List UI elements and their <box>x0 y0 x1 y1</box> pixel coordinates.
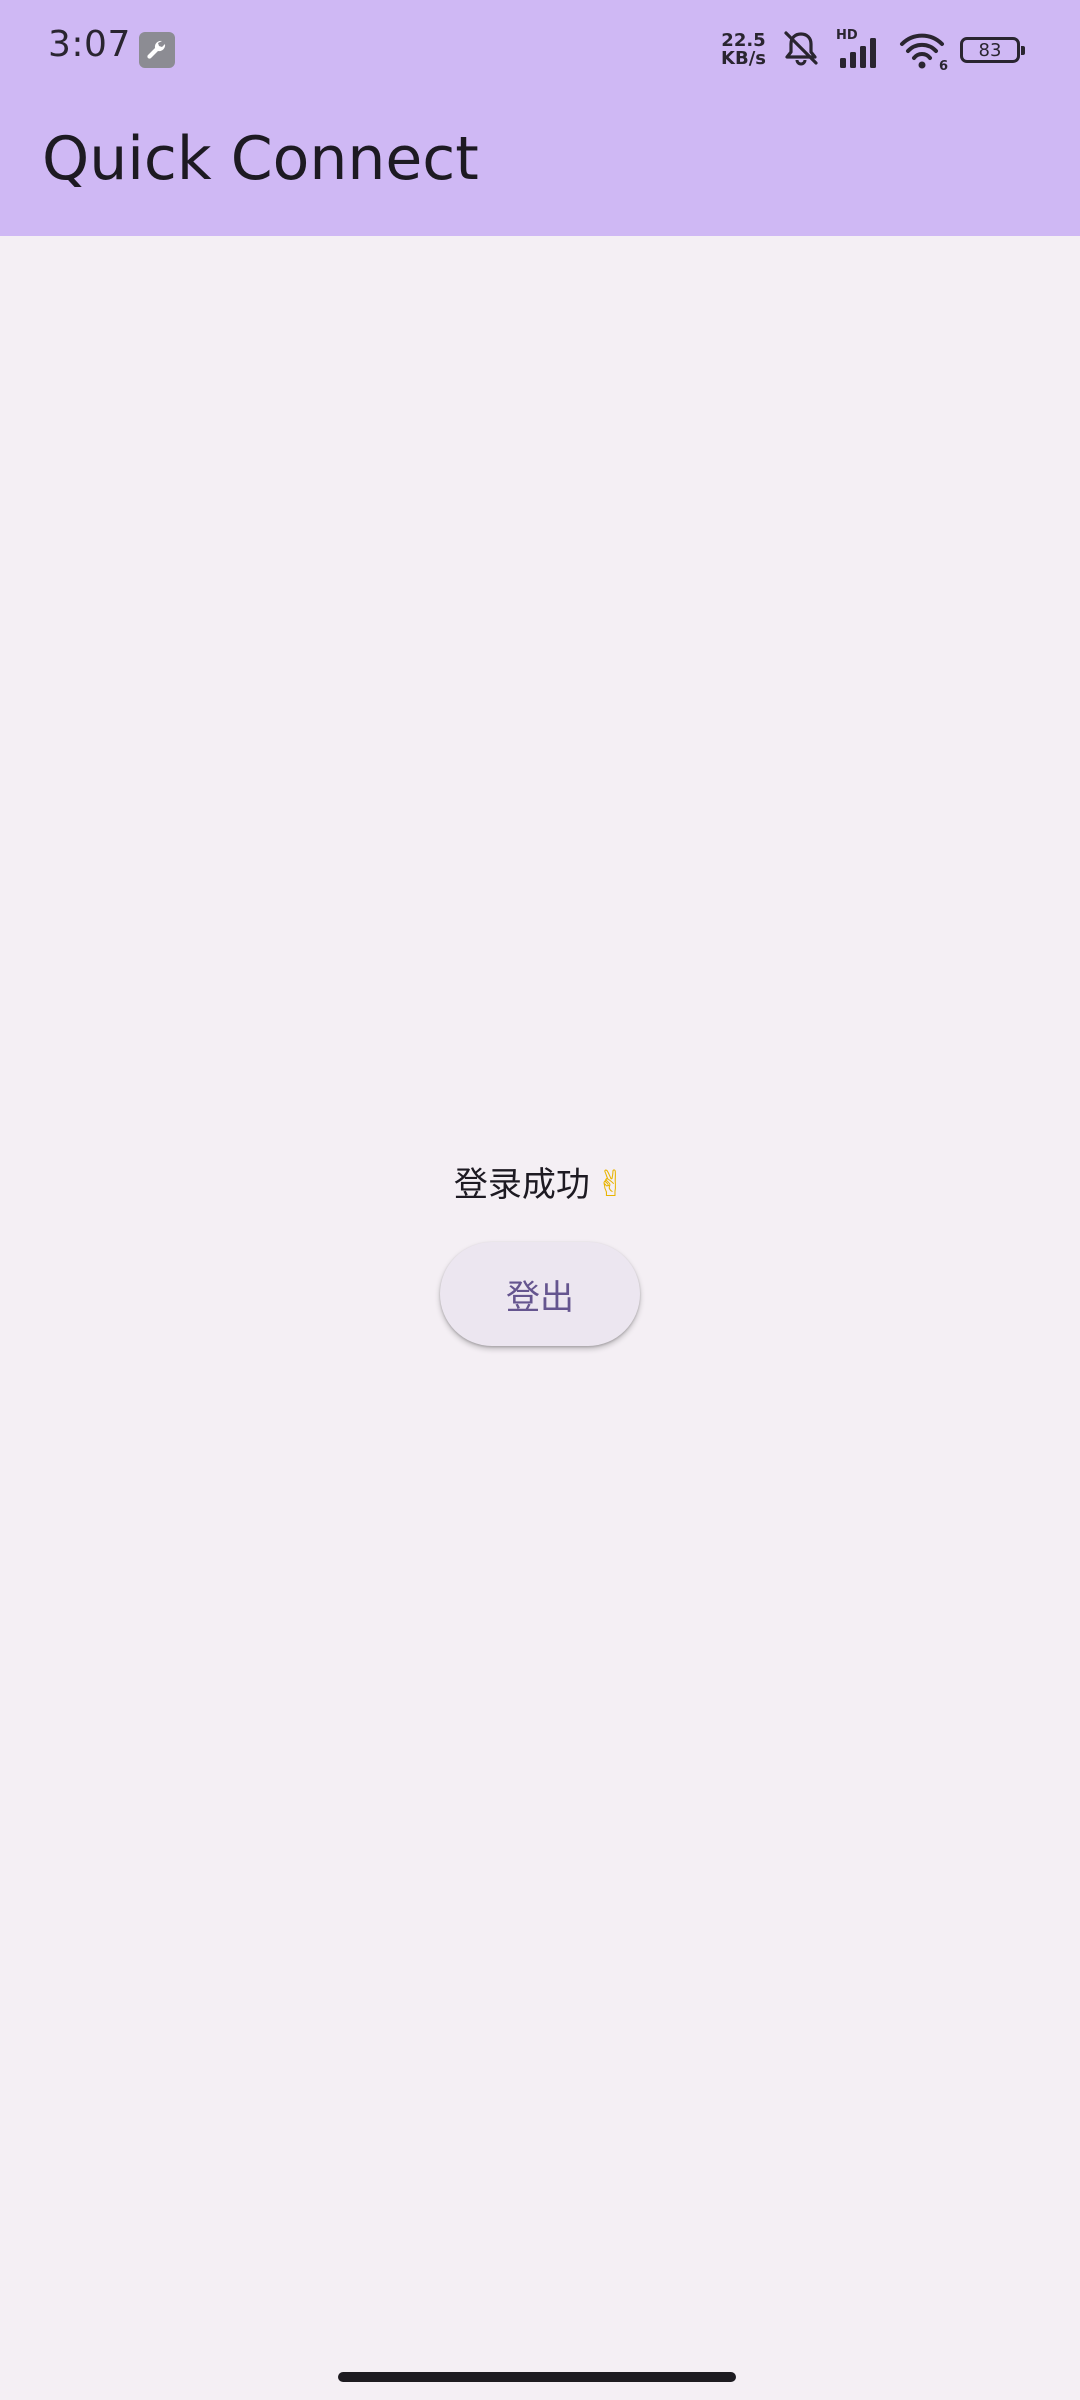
app-title: Quick Connect <box>42 124 479 194</box>
logout-button[interactable]: 登出 <box>440 1242 640 1346</box>
battery-level: 83 <box>978 39 1002 61</box>
top-app-bar: 3:07 22.5 KB/s HD 6 83 Quick Connect <box>0 0 1080 236</box>
cell-signal-icon: HD <box>836 28 884 72</box>
network-speed-unit: KB/s <box>721 48 766 69</box>
mute-bell-icon <box>780 27 822 73</box>
wifi-generation-label: 6 <box>938 59 948 74</box>
status-icons: 22.5 KB/s HD 6 83 <box>721 27 1025 74</box>
status-time: 3:07 <box>48 24 131 65</box>
wifi-icon: 6 <box>898 28 948 74</box>
wrench-icon <box>139 32 175 68</box>
login-success-text: 登录成功 <box>453 1165 590 1205</box>
home-indicator[interactable] <box>338 2372 736 2382</box>
status-bar: 3:07 22.5 KB/s HD 6 83 <box>0 0 1080 100</box>
battery-icon: 83 <box>960 37 1025 63</box>
victory-hand-icon: ✌ <box>595 1164 627 1205</box>
login-success-message: 登录成功 ✌ <box>454 1150 626 1220</box>
login-status-panel: 登录成功 ✌ 登出 <box>0 1150 1080 1346</box>
app-screen: 3:07 22.5 KB/s HD 6 83 Quick Connect 登录成… <box>0 0 1080 2400</box>
network-speed: 22.5 KB/s <box>721 32 766 68</box>
